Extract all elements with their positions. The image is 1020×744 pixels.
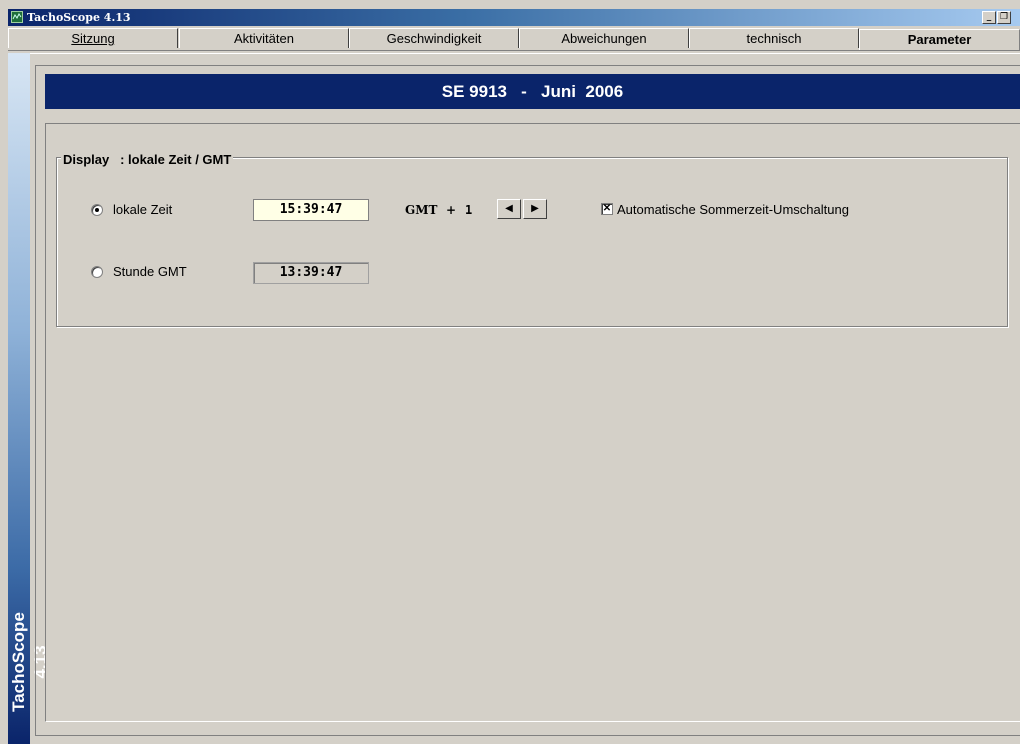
- local-time-radio[interactable]: [91, 204, 103, 216]
- gmt-decrease-button[interactable]: ◀: [497, 199, 521, 219]
- gmt-offset-value: 1: [465, 203, 473, 217]
- gmt-sign: +: [446, 203, 457, 217]
- gmt-time-field: 13:39:47: [253, 262, 369, 284]
- arrow-right-icon: ▶: [531, 203, 539, 214]
- tab-geschwindigkeit[interactable]: Geschwindigkeit: [349, 28, 519, 48]
- title-bar: TachoScope 4.13 _ ❐: [8, 9, 1020, 26]
- window-title: TachoScope 4.13: [27, 11, 131, 24]
- minimize-button[interactable]: _: [982, 11, 996, 24]
- tab-parameter[interactable]: Parameter: [859, 29, 1020, 51]
- restore-button[interactable]: ❐: [997, 11, 1011, 24]
- sidebar-banner: TachoScope 4.13: [8, 53, 50, 744]
- gmt-increase-button[interactable]: ▶: [523, 199, 547, 219]
- tab-technisch[interactable]: technisch: [689, 28, 859, 48]
- page-title: SE 9913 - Juni 2006: [45, 74, 1020, 109]
- gmt-prefix: GMT: [405, 203, 438, 217]
- display-group: Display : lokale Zeit / GMT: [56, 152, 1008, 327]
- sidebar-app-label: TachoScope 4.13: [9, 612, 50, 712]
- display-group-legend: Display : lokale Zeit / GMT: [61, 152, 234, 167]
- tab-abweichungen[interactable]: Abweichungen: [519, 28, 689, 48]
- tab-sitzung[interactable]: Sitzung: [8, 28, 178, 48]
- arrow-left-icon: ◀: [505, 203, 513, 214]
- bottom-divider: [35, 735, 1020, 736]
- local-time-field[interactable]: 15:39:47: [253, 199, 369, 221]
- auto-dst-checkbox[interactable]: ✕: [601, 203, 613, 215]
- tab-bar: Sitzung Aktivitäten Geschwindigkeit Abwe…: [8, 27, 1020, 51]
- tab-aktivitaeten[interactable]: Aktivitäten: [179, 28, 349, 48]
- tab-divider: [8, 50, 1020, 54]
- app-chart-icon: [11, 11, 23, 23]
- local-time-label: lokale Zeit: [113, 202, 173, 217]
- gmt-time-radio[interactable]: [91, 266, 103, 278]
- gmt-time-label: Stunde GMT: [113, 264, 187, 279]
- auto-dst-label[interactable]: Automatische Sommerzeit-Umschaltung: [617, 202, 849, 217]
